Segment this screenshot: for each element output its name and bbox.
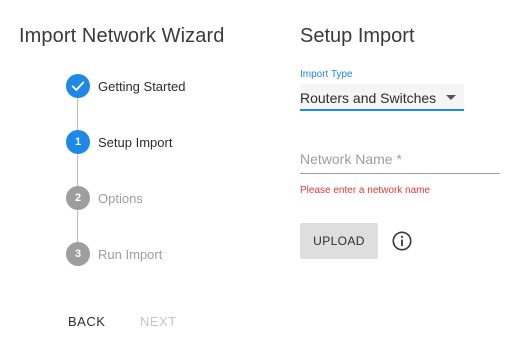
info-icon[interactable] <box>391 230 413 252</box>
step-connector <box>77 154 78 187</box>
back-button[interactable]: BACK <box>68 314 105 329</box>
import-type-value: Routers and Switches <box>300 90 437 106</box>
step-options: 2 Options <box>66 186 143 210</box>
step-run-import: 3 Run Import <box>66 242 162 266</box>
step-connector <box>77 98 78 131</box>
import-network-wizard: Import Network Wizard Getting Started 1 … <box>0 0 515 361</box>
network-name-input[interactable] <box>300 146 500 172</box>
upload-button[interactable]: UPLOAD <box>300 223 378 259</box>
next-button[interactable]: NEXT <box>140 314 177 329</box>
import-type-label: Import Type <box>300 69 353 80</box>
step-connector <box>77 210 78 243</box>
step-label: Getting Started <box>98 78 186 94</box>
import-type-select[interactable]: Routers and Switches <box>300 84 464 111</box>
dropdown-arrow-icon <box>446 95 456 100</box>
network-name-error: Please enter a network name <box>300 185 431 196</box>
step-getting-started: Getting Started <box>66 74 185 98</box>
section-title: Setup Import <box>300 25 415 47</box>
check-icon <box>71 81 85 91</box>
step-label: Setup Import <box>98 134 173 150</box>
step-number: 3 <box>74 247 82 260</box>
network-name-field <box>300 146 500 174</box>
step-number: 1 <box>74 135 82 148</box>
step-setup-import: 1 Setup Import <box>66 130 172 154</box>
step-completed-indicator <box>66 74 90 98</box>
step-number: 2 <box>74 191 82 204</box>
step-number-badge: 2 <box>66 186 90 210</box>
step-label: Run Import <box>98 246 163 262</box>
wizard-title: Import Network Wizard <box>19 25 225 47</box>
step-number-badge: 1 <box>66 130 90 154</box>
step-number-badge: 3 <box>66 242 90 266</box>
step-label: Options <box>98 190 143 206</box>
